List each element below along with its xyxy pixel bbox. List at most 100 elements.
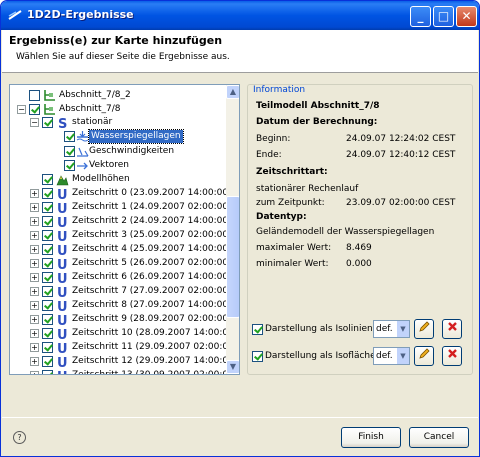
isolines-style-select[interactable]: def. ▼ bbox=[373, 320, 410, 338]
expand-icon[interactable]: + bbox=[30, 357, 39, 366]
expand-icon[interactable]: + bbox=[30, 329, 39, 338]
finish-button[interactable]: Finish bbox=[341, 427, 401, 448]
branch-icon bbox=[43, 89, 56, 102]
tree-item[interactable]: + U Zeitschritt 8 (27.09.2007 14:00:00) bbox=[10, 299, 232, 315]
begin-label: Beginn: bbox=[256, 134, 291, 144]
delete-isolines-button[interactable] bbox=[442, 319, 462, 339]
step-heading: Zeitschrittart: bbox=[256, 167, 328, 177]
tree-item-checkbox[interactable] bbox=[42, 272, 53, 283]
tree-item-checkbox[interactable] bbox=[42, 117, 53, 128]
tree-item-checkbox[interactable] bbox=[29, 90, 40, 101]
u-step-icon: U bbox=[56, 369, 69, 374]
footer-separator bbox=[2, 417, 478, 418]
result-tree[interactable]: Abschnitt_7/8_2 − Abschnitt_7/8 − Sstationär… bbox=[9, 84, 240, 375]
tree-item[interactable]: Abschnitt_7/8_2 bbox=[10, 89, 224, 102]
isolines-label[interactable]: Darstellung als Isolinien bbox=[265, 321, 373, 337]
scroll-thumb[interactable] bbox=[226, 196, 239, 318]
minimize-button[interactable]: _ bbox=[410, 6, 431, 27]
tree-scrollbar[interactable]: ▲ ▼ bbox=[226, 85, 239, 374]
tree-item[interactable]: + U Zeitschritt 4 (25.09.2007 14:00:00) bbox=[10, 243, 232, 259]
tree-item[interactable]: + U Zeitschritt 12 (29.09.2007 14:00:00) bbox=[10, 355, 237, 371]
tree-item-checkbox[interactable] bbox=[42, 202, 53, 213]
tree-item[interactable]: + U Zeitschritt 11 (29.09.2007 02:00:00) bbox=[10, 341, 237, 357]
tree-item[interactable]: − Sstationär bbox=[10, 116, 224, 132]
edit-isoareas-button[interactable] bbox=[414, 346, 434, 366]
expand-icon[interactable]: + bbox=[30, 273, 39, 282]
tree-item-checkbox[interactable] bbox=[42, 300, 53, 311]
delete-isoareas-button[interactable] bbox=[442, 346, 462, 366]
expand-icon[interactable]: + bbox=[30, 245, 39, 254]
tree-item[interactable]: + U Zeitschritt 7 (27.09.2007 02:00:00) bbox=[10, 285, 232, 301]
tree-item[interactable]: Modellhöhen bbox=[10, 173, 224, 186]
tree-item-checkbox[interactable] bbox=[42, 356, 53, 367]
tree-item[interactable]: + U Zeitschritt 0 (23.09.2007 14:00:00) bbox=[10, 187, 232, 203]
tree-item-label: Zeitschritt 4 (25.09.2007 14:00:00) bbox=[72, 244, 232, 254]
chevron-down-icon[interactable]: ▼ bbox=[396, 348, 409, 364]
isoareas-label[interactable]: Darstellung als Isoflächen bbox=[265, 348, 381, 364]
help-icon[interactable]: ? bbox=[13, 431, 26, 444]
min-label: minimaler Wert: bbox=[256, 259, 329, 269]
tree-item-checkbox[interactable] bbox=[42, 370, 53, 374]
close-button[interactable]: ✕ bbox=[456, 6, 477, 27]
expand-icon[interactable]: + bbox=[30, 231, 39, 240]
maximize-button[interactable]: □ bbox=[433, 6, 454, 27]
end-value: 24.09.07 12:40:12 CEST bbox=[346, 150, 456, 160]
tree-item-checkbox[interactable] bbox=[42, 342, 53, 353]
expand-icon[interactable]: + bbox=[30, 189, 39, 198]
wizard-header: Ergebniss(e) zur Karte hinzufügen Wählen… bbox=[2, 30, 478, 73]
collapse-icon[interactable]: − bbox=[30, 118, 39, 127]
tree-item-checkbox[interactable] bbox=[42, 328, 53, 339]
tree-item[interactable]: + U Zeitschritt 6 (26.09.2007 14:00:00) bbox=[10, 271, 232, 287]
isolines-checkbox[interactable] bbox=[252, 324, 263, 335]
expand-icon[interactable]: + bbox=[30, 217, 39, 226]
tree-item[interactable]: Geschwindigkeiten bbox=[10, 145, 224, 158]
u-step-icon: U bbox=[56, 271, 69, 287]
tree-item[interactable]: − Abschnitt_7/8 bbox=[10, 103, 224, 116]
tree-item-checkbox[interactable] bbox=[42, 258, 53, 269]
cancel-button[interactable]: Cancel bbox=[409, 427, 469, 448]
tree-item[interactable]: Wasserspiegellagen bbox=[10, 129, 224, 144]
expand-icon[interactable]: + bbox=[30, 343, 39, 352]
expand-icon[interactable]: + bbox=[30, 287, 39, 296]
tree-item[interactable]: + U Zeitschritt 9 (28.09.2007 02:00:00) bbox=[10, 313, 232, 329]
expand-icon[interactable]: + bbox=[30, 315, 39, 324]
edit-isolines-button[interactable] bbox=[414, 319, 434, 339]
tree-item[interactable]: + U Zeitschritt 10 (28.09.2007 14:00:00) bbox=[10, 327, 237, 343]
tree-item-checkbox[interactable] bbox=[64, 146, 75, 157]
expand-icon[interactable]: + bbox=[30, 301, 39, 310]
tree-item-checkbox[interactable] bbox=[42, 286, 53, 297]
expand-icon[interactable]: + bbox=[30, 259, 39, 268]
expand-icon[interactable]: + bbox=[30, 203, 39, 212]
tree-item-checkbox[interactable] bbox=[42, 230, 53, 241]
chevron-down-icon[interactable]: ▼ bbox=[396, 321, 409, 337]
tree-item[interactable]: + U Zeitschritt 1 (24.09.2007 02:00:00) bbox=[10, 201, 232, 217]
scroll-down-icon[interactable]: ▼ bbox=[226, 360, 239, 374]
terrain-icon bbox=[56, 173, 69, 186]
expand-icon[interactable]: + bbox=[30, 371, 39, 374]
tree-item-label: Abschnitt_7/8 bbox=[59, 104, 121, 114]
isoareas-checkbox[interactable] bbox=[252, 351, 263, 362]
tree-item-checkbox[interactable] bbox=[42, 216, 53, 227]
info-model: Teilmodell Abschnitt_7/8 bbox=[256, 101, 380, 111]
tree-item-label: Zeitschritt 3 (25.09.2007 02:00:00) bbox=[72, 230, 232, 240]
tree-item-checkbox[interactable] bbox=[42, 188, 53, 199]
tree-item-label: stationär bbox=[72, 117, 113, 127]
tree-item-checkbox[interactable] bbox=[42, 314, 53, 325]
tree-item[interactable]: Vektoren bbox=[10, 159, 224, 172]
isoareas-style-select[interactable]: def. ▼ bbox=[373, 347, 410, 365]
tree-item-checkbox[interactable] bbox=[42, 174, 53, 185]
collapse-icon[interactable]: − bbox=[17, 105, 26, 114]
tree-item[interactable]: + U Zeitschritt 5 (26.09.2007 02:00:00) bbox=[10, 257, 232, 273]
tree-item-checkbox[interactable] bbox=[64, 131, 75, 142]
tree-item-checkbox[interactable] bbox=[29, 104, 40, 115]
u-step-icon: U bbox=[56, 327, 69, 343]
tree-item[interactable]: + U Zeitschritt 3 (25.09.2007 02:00:00) bbox=[10, 229, 232, 245]
tree-item[interactable]: + U Zeitschritt 2 (24.09.2007 14:00:00) bbox=[10, 215, 232, 231]
tree-item-checkbox[interactable] bbox=[42, 244, 53, 255]
title-bar[interactable]: 1D2D-Ergebnisse _ □ ✕ bbox=[1, 1, 479, 30]
tree-item-label: Zeitschritt 10 (28.09.2007 14:00:00) bbox=[72, 328, 238, 338]
tree-item[interactable]: + U Zeitschritt 13 (30.09.2007 02:00:00) bbox=[10, 369, 237, 374]
tree-item-checkbox[interactable] bbox=[64, 160, 75, 171]
u-step-icon: U bbox=[56, 313, 69, 329]
scroll-up-icon[interactable]: ▲ bbox=[226, 85, 239, 99]
